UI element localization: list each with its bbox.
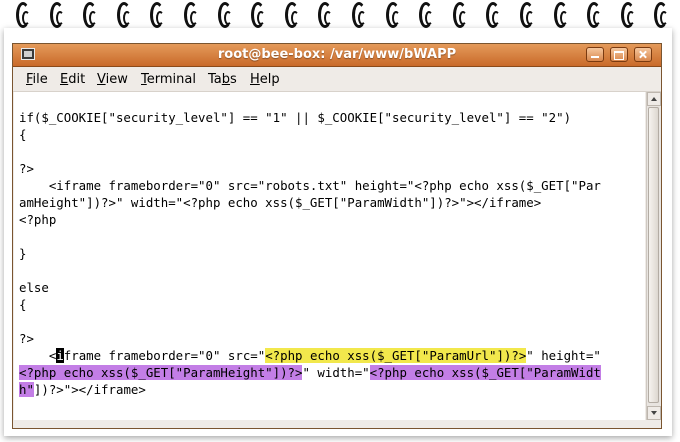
binding-ring-icon bbox=[49, 2, 64, 28]
binding-ring-icon bbox=[318, 2, 333, 28]
title-bar[interactable]: root@bee-box: /var/www/bWAPP bbox=[13, 44, 661, 67]
binding-ring-icon bbox=[352, 2, 366, 28]
binding-ring-icon bbox=[385, 2, 400, 28]
binding-ring-icon bbox=[150, 2, 165, 28]
terminal-line: <iframe frameborder="0" src="robots.txt"… bbox=[19, 178, 601, 193]
terminal-line: { bbox=[19, 297, 27, 312]
terminal-line: else bbox=[19, 280, 49, 295]
terminal-text: if($_COOKIE["security_level"] == "1" || … bbox=[19, 109, 601, 398]
binding-ring-icon bbox=[486, 2, 501, 28]
binding-ring-icon bbox=[520, 2, 534, 28]
highlight-paramheight: <?php echo xss($_GET["ParamHeight"])?> bbox=[19, 365, 303, 380]
binding-ring-icon bbox=[587, 2, 602, 28]
text-cursor: i bbox=[56, 348, 64, 363]
highlight-paramwidth: <?php echo xss($_GET["ParamWidt bbox=[369, 365, 601, 380]
terminal-line: amHeight"])?>" width="<?php echo xss($_G… bbox=[19, 195, 542, 210]
binding-ring-icon bbox=[83, 2, 98, 28]
scroll-up-arrow-icon[interactable] bbox=[647, 92, 661, 106]
terminal-window: root@bee-box: /var/www/bWAPP File Edit V… bbox=[12, 43, 662, 429]
terminal-line-iframe-start: <iframe frameborder="0" src="<?php echo … bbox=[19, 348, 601, 363]
scrollbar-thumb[interactable] bbox=[648, 107, 659, 403]
binding-ring-icon bbox=[620, 2, 635, 28]
binding-ring-icon bbox=[251, 2, 266, 28]
binding-ring-icon bbox=[284, 2, 299, 28]
terminal-line: ?> bbox=[19, 161, 34, 176]
binding-ring-icon bbox=[452, 2, 467, 28]
window-bottom-edge bbox=[13, 421, 661, 428]
terminal-line: <?php bbox=[19, 212, 57, 227]
terminal-line: } bbox=[19, 246, 27, 261]
minimize-button[interactable] bbox=[586, 47, 604, 62]
menu-file[interactable]: File bbox=[26, 72, 48, 87]
menu-view[interactable]: View bbox=[97, 72, 128, 87]
menu-edit[interactable]: Edit bbox=[60, 72, 85, 87]
binding-ring-icon bbox=[654, 2, 669, 28]
terminal-line-iframe-end: h"])?>"></iframe> bbox=[19, 382, 146, 397]
binding-ring-icon bbox=[16, 2, 30, 28]
binding-ring-icon bbox=[217, 2, 232, 28]
window-title: root@bee-box: /var/www/bWAPP bbox=[217, 47, 457, 62]
vertical-scrollbar[interactable] bbox=[646, 92, 661, 420]
binding-ring-icon bbox=[553, 2, 568, 28]
binding-ring-icon bbox=[419, 2, 434, 28]
binding-ring-icon bbox=[184, 2, 198, 28]
binding-ring-icon bbox=[116, 2, 131, 28]
menu-help[interactable]: Help bbox=[250, 72, 280, 87]
terminal-line: ?> bbox=[19, 331, 34, 346]
highlight-paramwidth-cont: h" bbox=[19, 382, 34, 397]
terminal-line-iframe-mid: <?php echo xss($_GET["ParamHeight"])?>" … bbox=[19, 365, 601, 380]
scroll-down-arrow-icon[interactable] bbox=[647, 406, 661, 420]
close-button[interactable] bbox=[634, 47, 652, 62]
menu-terminal[interactable]: Terminal bbox=[141, 72, 196, 87]
terminal-line: if($_COOKIE["security_level"] == "1" || … bbox=[19, 110, 572, 125]
menu-tabs[interactable]: Tabs bbox=[208, 72, 237, 87]
highlight-paramurl: <?php echo xss($_GET["ParamUrl"])?> bbox=[265, 348, 527, 363]
terminal-line: { bbox=[19, 127, 27, 142]
maximize-button[interactable] bbox=[610, 47, 628, 62]
menu-bar: File Edit View Terminal Tabs Help bbox=[13, 67, 661, 92]
terminal-output[interactable]: if($_COOKIE["security_level"] == "1" || … bbox=[14, 92, 645, 420]
